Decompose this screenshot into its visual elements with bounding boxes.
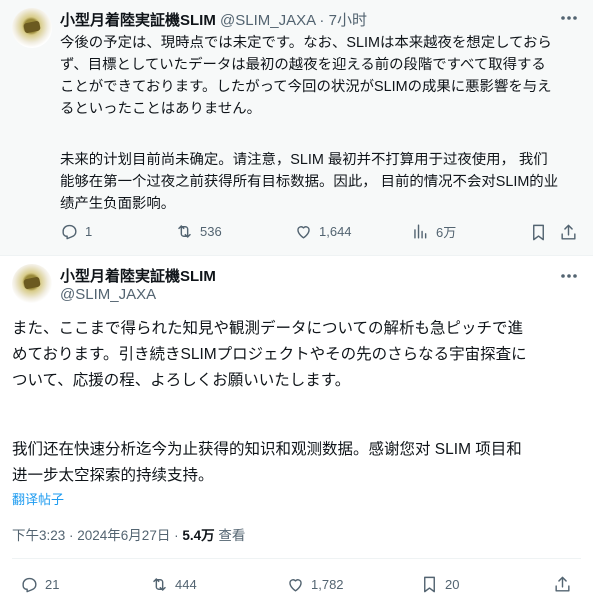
- reply-count: 1: [85, 224, 93, 239]
- bookmark-button[interactable]: 20: [420, 575, 459, 594]
- heart-icon: [297, 226, 310, 239]
- handle-and-time[interactable]: @SLIM_JAXA · 7小时: [220, 9, 367, 30]
- text-line: るといったことはありません。: [60, 101, 262, 117]
- reply-icon: [62, 224, 77, 240]
- text-line: ことができております。したがって今回の状況がSLIMの成果に悪影響を与え: [60, 79, 552, 95]
- text-line: また、ここまで得られた知見や観測データについての解析も急ピッチで進: [12, 320, 524, 337]
- text-line: 进一步太空探索的持续支持。: [12, 467, 214, 484]
- tweet-text-chinese: 未来的计划目前尚未确定。请注意，SLIM 最初并不打算用于过夜使用， 我们 能够…: [60, 149, 558, 215]
- text-line: 未来的计划目前尚未确定。请注意，SLIM 最初并不打算用于过夜使用， 我们: [60, 152, 548, 168]
- more-options-icon[interactable]: [559, 266, 583, 290]
- text-line: めております。引き続きSLIMプロジェクトやその先のさらなる宇宙探査に: [12, 346, 527, 363]
- repost-button[interactable]: 536: [175, 222, 222, 241]
- like-button[interactable]: 1,782: [286, 575, 344, 594]
- divider: [12, 558, 581, 559]
- bookmark-icon: [424, 576, 435, 593]
- bookmark-icon: [533, 224, 544, 241]
- display-name[interactable]: 小型月着陸実証機SLIM: [60, 9, 216, 30]
- post-metadata: 下午3:23 · 2024年6月27日 · 5.4万 查看: [12, 524, 245, 544]
- tweet-text-japanese: 今後の予定は、現時点では未定です。なお、SLIMは本来越夜を想定しておら ず、目…: [60, 32, 552, 120]
- views-button[interactable]: 6万: [411, 222, 456, 241]
- avatar[interactable]: [12, 8, 52, 48]
- share-icon: [561, 224, 576, 240]
- bookmark-button[interactable]: [529, 223, 548, 247]
- bookmark-count: 20: [445, 577, 460, 592]
- text-line: ず、目標としていたデータは最初の越夜を迎える前の段階ですべて取得する: [60, 57, 546, 73]
- text-line: ついて、応援の程、よろしくお願いいたします。: [12, 372, 351, 389]
- views-label: 查看: [214, 528, 246, 543]
- repost-icon: [153, 578, 166, 591]
- like-count: 1,644: [319, 224, 352, 239]
- parent-tweet[interactable]: 小型月着陸実証機SLIM @SLIM_JAXA · 7小时 今後の予定は、現時点…: [0, 0, 593, 256]
- handle[interactable]: @SLIM_JAXA: [60, 286, 156, 303]
- text-line: 能够在第一个过夜之前获得所有目标数据。因此， 目前的情况不会对SLIM的业: [60, 174, 559, 190]
- text-line: 今後の予定は、現時点では未定です。なお、SLIMは本来越夜を想定しておら: [60, 35, 552, 51]
- analytics-icon: [414, 224, 427, 239]
- reply-icon: [22, 577, 37, 593]
- tweet-text-chinese: 我们还在快速分析迄今为止获得的知识和观测数据。感谢您对 SLIM 项目和 进一步…: [12, 437, 522, 489]
- display-name[interactable]: 小型月着陸実証機SLIM: [60, 265, 216, 286]
- view-count: 6万: [436, 225, 457, 240]
- avatar[interactable]: [12, 264, 52, 304]
- repost-icon: [178, 225, 191, 238]
- more-options-icon[interactable]: [559, 8, 583, 32]
- text-line: 我们还在快速分析迄今为止获得的知识和观测数据。感谢您对 SLIM 项目和: [12, 441, 522, 458]
- translate-post-link[interactable]: 翻译帖子: [12, 489, 64, 508]
- share-button[interactable]: [559, 223, 578, 247]
- tweet-text-japanese: また、ここまで得られた知見や観測データについての解析も急ピッチで進 めております…: [12, 316, 527, 394]
- share-icon: [555, 576, 570, 592]
- heart-icon: [289, 579, 302, 592]
- repost-count: 444: [175, 577, 197, 592]
- repost-count: 536: [200, 224, 222, 239]
- repost-button[interactable]: 444: [150, 575, 197, 594]
- reply-button[interactable]: 21: [20, 575, 59, 594]
- share-button[interactable]: [553, 575, 572, 599]
- like-count: 1,782: [311, 577, 344, 592]
- post-timestamp[interactable]: 下午3:23 · 2024年6月27日 ·: [12, 528, 182, 543]
- reply-button[interactable]: 1: [60, 222, 92, 241]
- text-line: 绩产生负面影响。: [60, 196, 176, 212]
- like-button[interactable]: 1,644: [294, 222, 352, 241]
- reply-count: 21: [45, 577, 60, 592]
- view-count: 5.4万: [182, 528, 215, 543]
